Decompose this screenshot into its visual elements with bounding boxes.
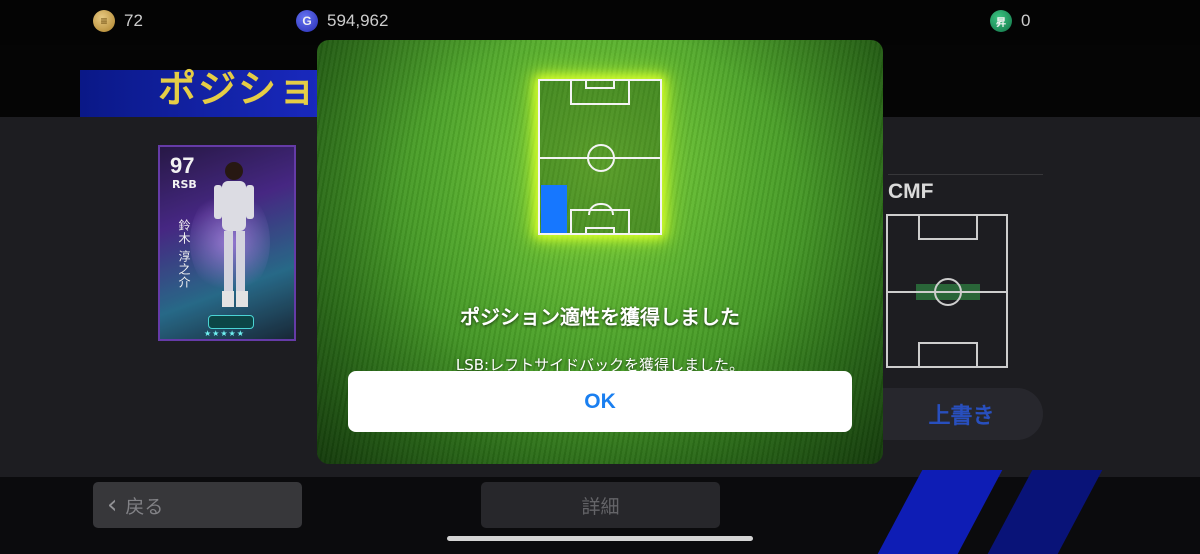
pitch-diagram [538, 79, 662, 235]
modal-title: ポジション適性を獲得しました [460, 305, 740, 329]
ok-button[interactable]: OK [348, 371, 852, 432]
goal-area-bottom [585, 227, 615, 235]
position-acquired-modal: ポジション適性を獲得しました LSB:レフトサイドバックを獲得しました。 OK [317, 40, 883, 464]
lsb-position-marker [541, 185, 567, 233]
penalty-box-top [570, 79, 630, 105]
center-circle [587, 144, 615, 172]
